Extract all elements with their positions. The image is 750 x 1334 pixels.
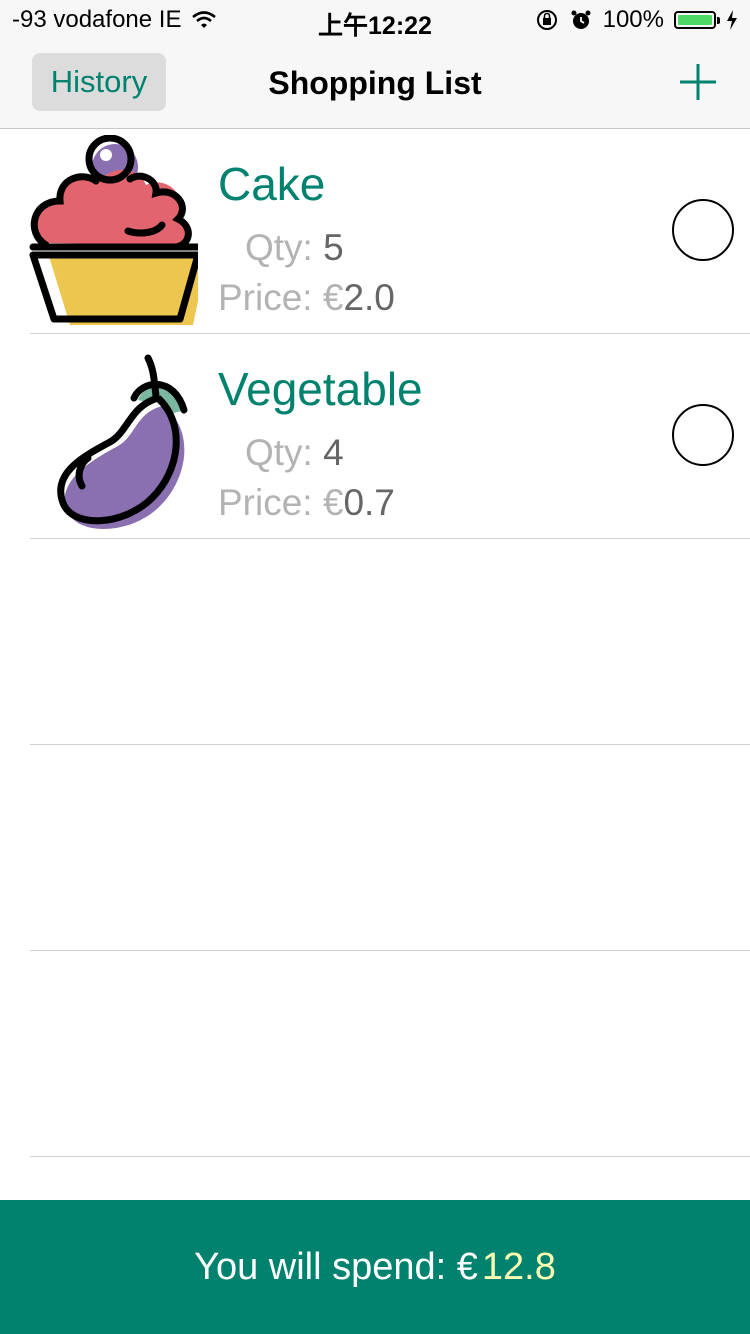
alarm-icon [571, 10, 591, 29]
qty-value: 5 [323, 227, 344, 268]
eggplant-icon [57, 354, 188, 529]
price-value: 0.7 [343, 482, 395, 523]
empty-row [30, 745, 750, 951]
purchased-checkbox[interactable] [672, 404, 734, 466]
orientation-lock-icon [536, 10, 557, 30]
price-label: Price: € [218, 482, 344, 523]
status-bar: -93 vodafone IE 上午12:22 100% [0, 0, 750, 40]
battery-icon [674, 11, 720, 29]
price-label: Price: € [218, 277, 344, 318]
charging-icon [727, 10, 737, 30]
nav-bar: History Shopping List [0, 40, 750, 129]
empty-row [30, 539, 750, 745]
total-bar: You will spend: €12.8 [0, 1200, 750, 1334]
add-icon[interactable] [676, 60, 720, 104]
page-title: Shopping List [268, 65, 482, 101]
total-label: You will spend: € [194, 1245, 478, 1288]
list-item[interactable]: Vegetable Qty: 4 Price: €0.7 [30, 334, 750, 539]
empty-row [30, 951, 750, 1157]
price-value: 2.0 [343, 277, 395, 318]
list-item[interactable]: Cake Qty: 5 Price: €2.0 [29, 129, 750, 334]
item-name: Vegetable [218, 363, 423, 415]
qty-value: 4 [323, 432, 344, 473]
battery-percent: 100% [602, 6, 664, 33]
cupcake-icon [29, 135, 198, 325]
qty-label: Qty: [245, 227, 313, 268]
purchased-checkbox[interactable] [672, 199, 734, 261]
qty-label: Qty: [245, 432, 313, 473]
total-amount: 12.8 [481, 1245, 556, 1288]
shopping-list: Cake Qty: 5 Price: €2.0 Vegetable Qty: 4 [0, 129, 750, 1157]
item-name: Cake [218, 158, 326, 210]
